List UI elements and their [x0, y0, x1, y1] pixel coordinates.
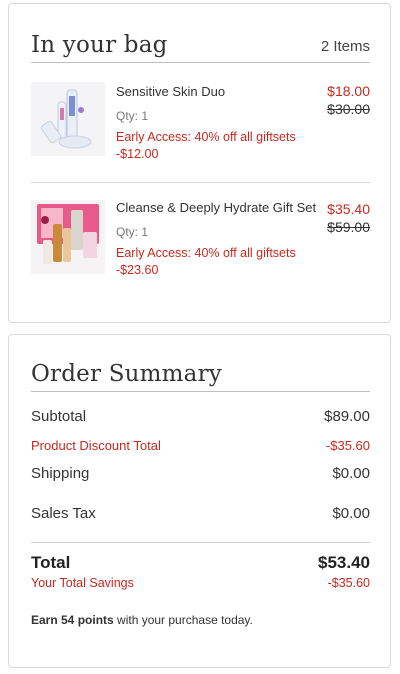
list-item: Sensitive Skin Duo Qty: 1 Early Access: … [116, 84, 326, 163]
subtotal-value: $89.00 [324, 408, 370, 425]
subtotal-label: Subtotal [31, 408, 87, 425]
order-summary-title: Order Summary [31, 361, 222, 387]
item-qty: Qty: 1 [116, 225, 149, 239]
product-image-sensitive-skin-duo[interactable] [31, 82, 105, 156]
total-row: Total $53.40 [31, 553, 370, 573]
divider [31, 62, 370, 63]
savings-label: Your Total Savings [31, 576, 134, 590]
sale-price: $35.40 [327, 201, 370, 217]
order-summary-card: Order Summary Subtotal $89.00 Product Di… [8, 334, 391, 668]
item-promo: Early Access: 40% off all giftsets [116, 130, 296, 144]
bag-title: In your bag [31, 32, 168, 58]
tax-label: Sales Tax [31, 505, 96, 522]
tax-value: $0.00 [332, 505, 370, 522]
original-price: $30.00 [327, 101, 370, 117]
item-name[interactable]: Cleanse & Deeply Hydrate Gift Set [116, 200, 326, 216]
discount-value: -$35.60 [325, 438, 370, 453]
points-suffix: with your purchase today. [113, 613, 253, 627]
divider [31, 542, 370, 543]
item-name[interactable]: Sensitive Skin Duo [116, 84, 326, 100]
list-item: Cleanse & Deeply Hydrate Gift Set Qty: 1… [116, 200, 326, 279]
item-promo: Early Access: 40% off all giftsets [116, 246, 296, 260]
total-value: $53.40 [318, 553, 370, 572]
savings-value: -$35.60 [327, 576, 370, 590]
shipping-label: Shipping [31, 465, 90, 482]
savings-row: Your Total Savings -$35.60 [31, 576, 370, 590]
item-qty: Qty: 1 [116, 109, 149, 123]
shipping-row: Shipping $0.00 [31, 465, 370, 482]
subtotal-row: Subtotal $89.00 [31, 408, 370, 425]
total-label: Total [31, 553, 71, 572]
points-amount: Earn 54 points [31, 613, 114, 627]
original-price: $59.00 [327, 219, 370, 235]
item-count: 2 Items [320, 38, 370, 55]
sale-price: $18.00 [327, 83, 370, 99]
points-message: Earn 54 points with your purchase today. [31, 613, 253, 627]
discount-label: Product Discount Total [31, 438, 161, 453]
item-promo-amount: -$12.00 [116, 147, 159, 161]
item-price: $18.00 $30.00 [327, 82, 370, 118]
product-image-cleanse-gift-set[interactable] [31, 200, 105, 274]
item-price: $35.40 $59.00 [327, 200, 370, 236]
tax-row: Sales Tax $0.00 [31, 505, 370, 522]
divider [31, 182, 370, 183]
item-promo-amount: -$23.60 [116, 263, 159, 277]
shipping-value: $0.00 [332, 465, 370, 482]
divider [31, 391, 370, 392]
bag-card: In your bag 2 Items Sensitive Skin Duo Q… [8, 3, 391, 323]
discount-row: Product Discount Total -$35.60 [31, 438, 370, 453]
